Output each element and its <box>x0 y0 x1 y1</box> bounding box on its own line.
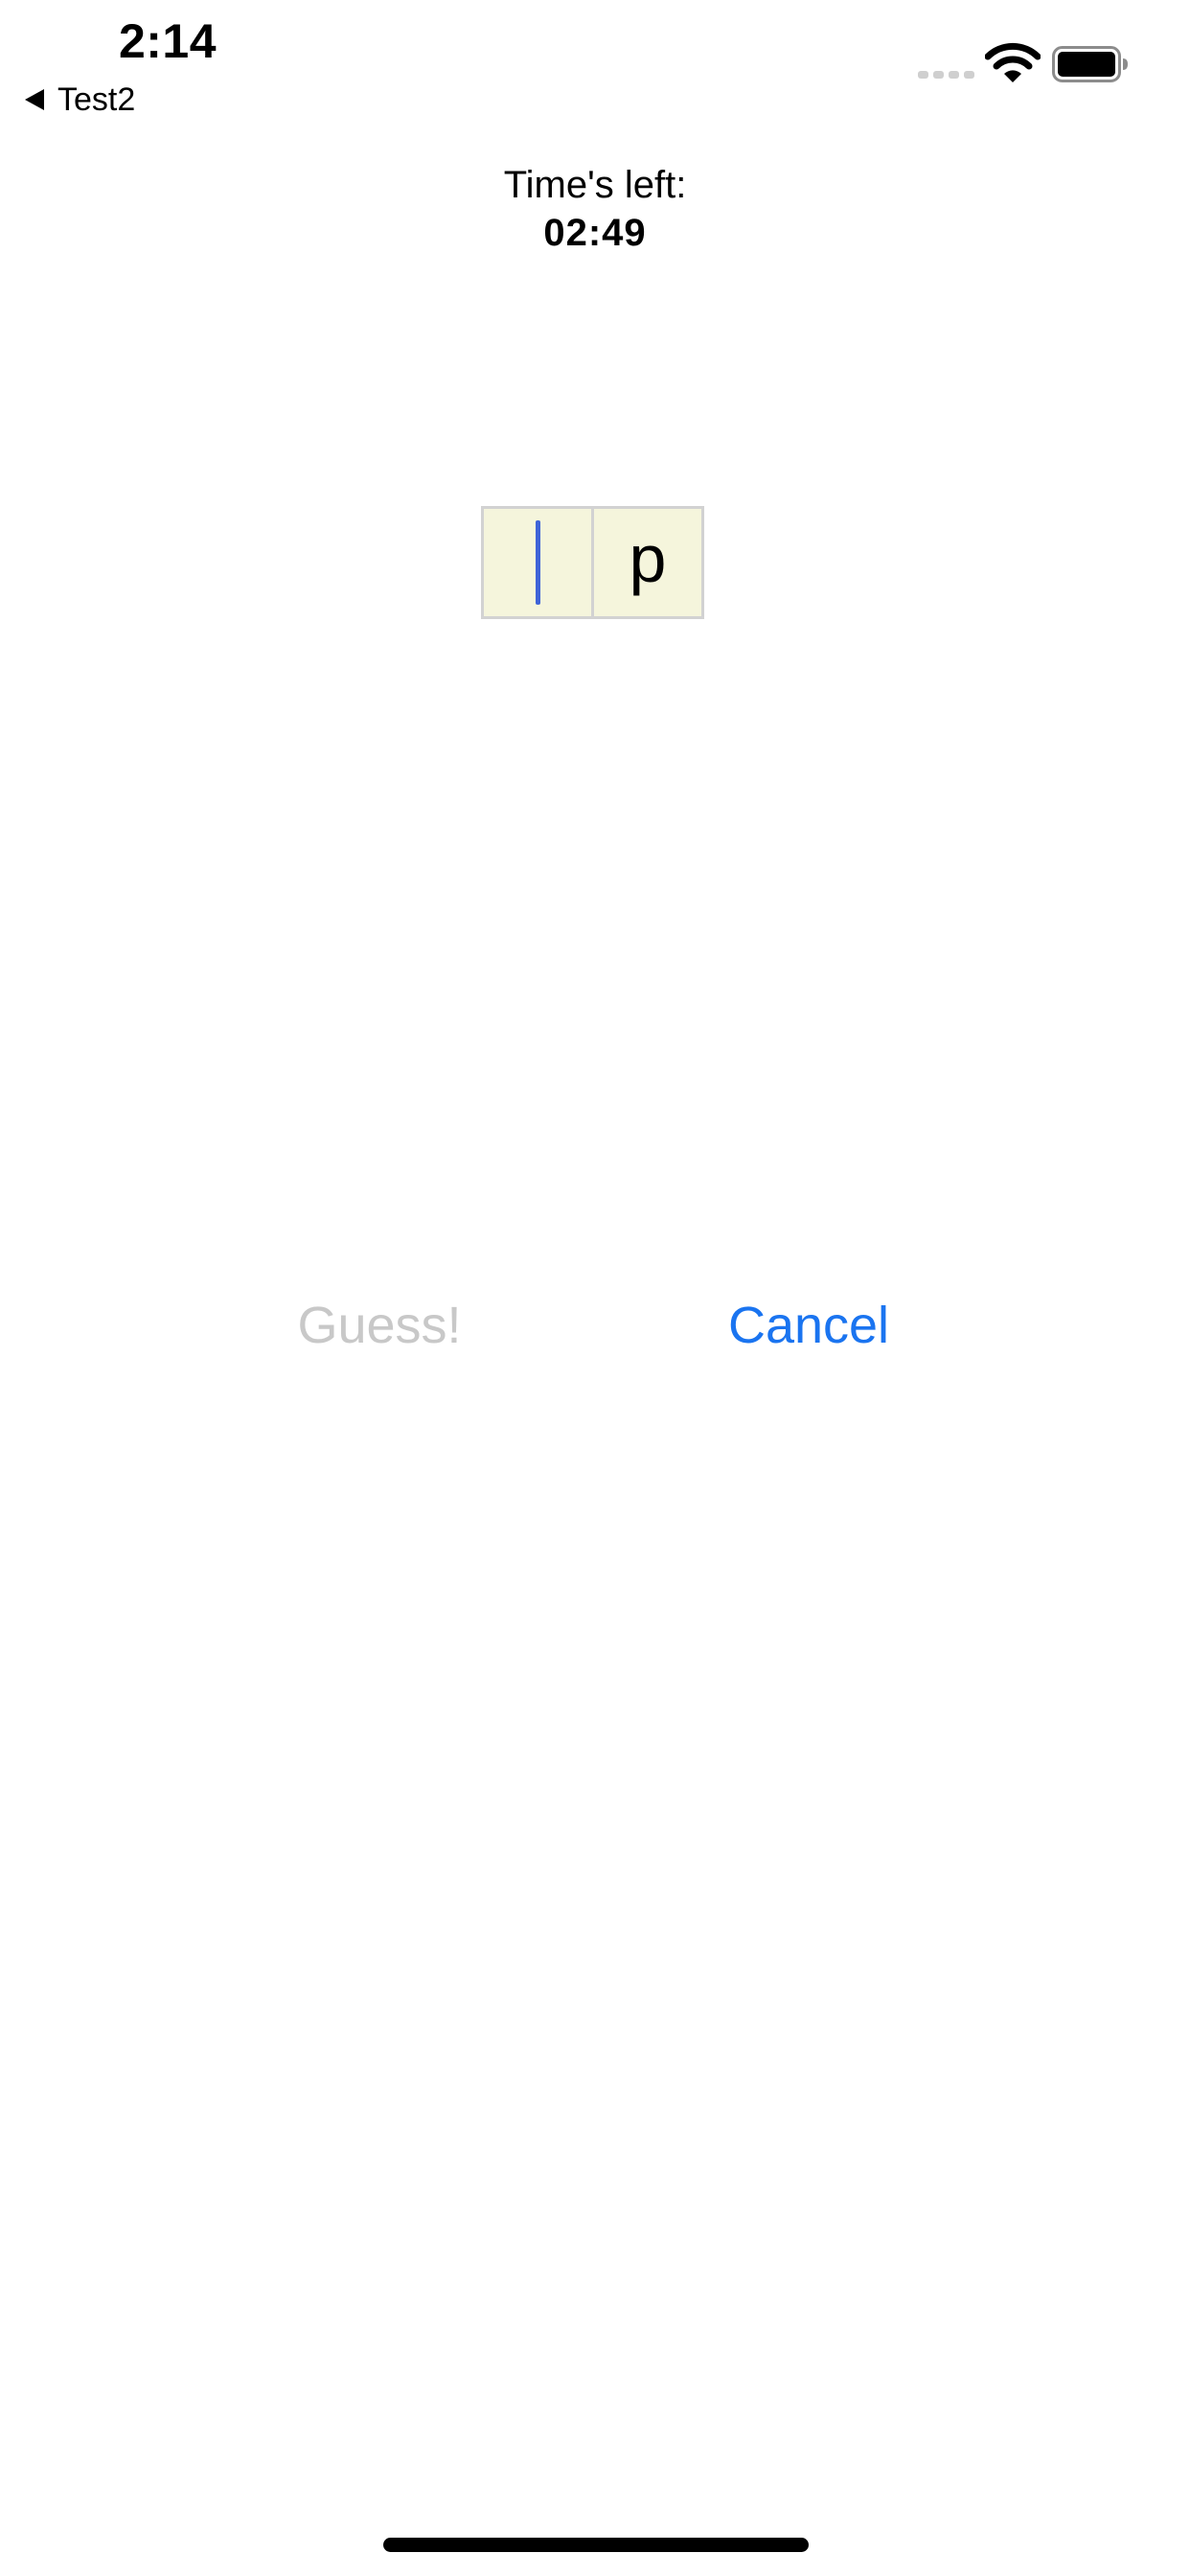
battery-full-icon <box>1052 46 1128 82</box>
signal-dots-icon <box>918 71 974 79</box>
back-triangle-icon <box>25 89 44 110</box>
wifi-icon <box>985 42 1041 82</box>
timer-label: Time's left: <box>503 164 687 206</box>
home-indicator[interactable] <box>383 2538 809 2552</box>
letter-cell[interactable]: p <box>591 506 704 619</box>
letter-cells: p <box>481 506 704 619</box>
back-button-label: Test2 <box>57 81 136 118</box>
letter-cell[interactable] <box>481 506 594 619</box>
cancel-button[interactable]: Cancel <box>721 1294 897 1357</box>
timer-value: 02:49 <box>543 212 647 254</box>
text-cursor <box>535 520 540 605</box>
timer: Time's left: 02:49 <box>0 161 1190 257</box>
back-button[interactable]: Test2 <box>25 79 135 121</box>
guess-button[interactable]: Guess! <box>293 1294 466 1357</box>
game-screen: 2:14 Test2 Time's left: 02:49 p Guess! C… <box>0 0 1190 2576</box>
letter-cell-value: p <box>629 521 667 596</box>
status-time: 2:14 <box>118 14 217 68</box>
